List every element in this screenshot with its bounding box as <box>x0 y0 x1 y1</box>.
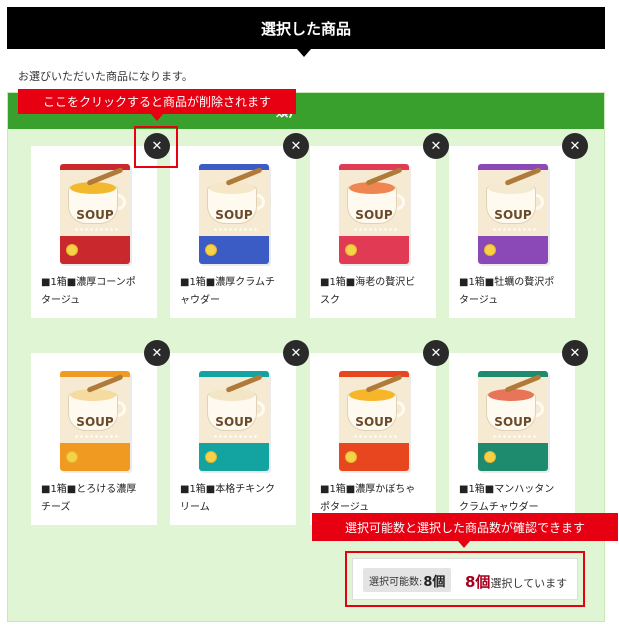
product-name-line1: ■1箱■とろける濃厚 <box>41 484 137 495</box>
package-label: SOUP <box>215 208 253 222</box>
package-label: SOUP <box>215 415 253 429</box>
product-image: SOUP <box>478 164 548 264</box>
package-seal-icon <box>345 451 357 463</box>
product-image: SOUP <box>339 371 409 471</box>
product-name-line1: ■1箱■濃厚かぼちゃ <box>320 484 416 495</box>
package-seal-icon <box>205 244 217 256</box>
package-seal-icon <box>484 244 496 256</box>
package-dots <box>213 228 259 231</box>
remove-hint-text: ここをクリックすると商品が削除されます <box>42 95 271 109</box>
product-card: SOUP ■1箱■本格チキンク リーム <box>170 353 296 525</box>
product-name-line1: ■1箱■本格チキンク <box>180 484 275 495</box>
package-label: SOUP <box>494 208 532 222</box>
product-name: ■1箱■濃厚クラムチ ャウダー <box>180 274 290 310</box>
summary-highlight <box>345 551 585 607</box>
product-image: SOUP <box>199 371 269 471</box>
product-card: SOUP ■1箱■濃厚かぼちゃ ポタージュ <box>310 353 436 525</box>
count-hint-text: 選択可能数と選択した商品数が確認できます <box>344 520 585 535</box>
remove-hint-callout: ここをクリックすると商品が削除されます <box>18 89 296 114</box>
package-dots <box>213 435 259 438</box>
product-name: ■1箱■とろける濃厚 チーズ <box>41 481 151 517</box>
remove-product-button[interactable]: ✕ <box>562 133 588 159</box>
close-icon: ✕ <box>430 138 442 154</box>
product-card: SOUP ■1箱■牡蠣の贅沢ポ タージュ <box>449 146 575 318</box>
package-label: SOUP <box>76 415 114 429</box>
remove-product-button[interactable]: ✕ <box>562 340 588 366</box>
remove-button-highlight <box>134 126 178 168</box>
product-card: SOUP ■1箱■濃厚コーンポ タージュ <box>31 146 157 318</box>
product-name-line1: ■1箱■濃厚コーンポ <box>41 277 136 288</box>
page-title: 選択した商品 <box>260 19 351 38</box>
product-image: SOUP <box>60 164 130 264</box>
soup-package: SOUP <box>339 371 409 471</box>
product-name-line2: チーズ <box>41 502 71 513</box>
close-icon: ✕ <box>569 138 581 154</box>
package-seal-icon <box>66 451 78 463</box>
product-card: SOUP ■1箱■濃厚クラムチ ャウダー <box>170 146 296 318</box>
package-label: SOUP <box>355 415 393 429</box>
product-image: SOUP <box>60 371 130 471</box>
package-label: SOUP <box>355 208 393 222</box>
soup-package: SOUP <box>478 164 548 264</box>
product-image: SOUP <box>478 371 548 471</box>
remove-product-button[interactable]: ✕ <box>423 133 449 159</box>
remove-hint-pointer <box>151 114 163 121</box>
package-seal-icon <box>345 244 357 256</box>
remove-product-button[interactable]: ✕ <box>423 340 449 366</box>
soup-package: SOUP <box>60 371 130 471</box>
package-seal-icon <box>205 451 217 463</box>
package-dots <box>353 435 399 438</box>
soup-package: SOUP <box>339 164 409 264</box>
product-name: ■1箱■マンハッタン クラムチャウダー <box>459 481 569 517</box>
package-seal-icon <box>66 244 78 256</box>
package-label: SOUP <box>76 208 114 222</box>
product-name-line1: ■1箱■マンハッタン <box>459 484 555 495</box>
close-icon: ✕ <box>430 345 442 361</box>
remove-product-button[interactable]: ✕ <box>144 340 170 366</box>
product-name: ■1箱■海老の贅沢ビ スク <box>320 274 430 310</box>
package-seal-icon <box>484 451 496 463</box>
package-label: SOUP <box>494 415 532 429</box>
remove-product-button[interactable]: ✕ <box>283 133 309 159</box>
product-name: ■1箱■濃厚コーンポ タージュ <box>41 274 151 310</box>
soup-package: SOUP <box>478 371 548 471</box>
soup-package: SOUP <box>199 371 269 471</box>
product-name: ■1箱■本格チキンク リーム <box>180 481 290 517</box>
product-card: SOUP ■1箱■マンハッタン クラムチャウダー <box>449 353 575 525</box>
product-name: ■1箱■濃厚かぼちゃ ポタージュ <box>320 481 430 517</box>
page-header: 選択した商品 <box>7 7 605 49</box>
package-dots <box>353 228 399 231</box>
product-card: SOUP ■1箱■とろける濃厚 チーズ <box>31 353 157 525</box>
product-name-line2: スク <box>320 295 340 306</box>
close-icon: ✕ <box>151 345 163 361</box>
product-name-line2: リーム <box>180 502 210 513</box>
remove-product-button[interactable]: ✕ <box>283 340 309 366</box>
package-dots <box>492 435 538 438</box>
count-hint-pointer <box>458 541 470 548</box>
soup-package: SOUP <box>199 164 269 264</box>
package-dots <box>74 228 120 231</box>
product-image: SOUP <box>199 164 269 264</box>
close-icon: ✕ <box>290 138 302 154</box>
product-name-line1: ■1箱■牡蠣の贅沢ポ <box>459 277 555 288</box>
product-name-line2: ャウダー <box>180 295 220 306</box>
product-name-line1: ■1箱■濃厚クラムチ <box>180 277 275 288</box>
product-name: ■1箱■牡蠣の贅沢ポ タージュ <box>459 274 569 310</box>
close-icon: ✕ <box>569 345 581 361</box>
product-card: SOUP ■1箱■海老の贅沢ビ スク <box>310 146 436 318</box>
close-icon: ✕ <box>290 345 302 361</box>
product-name-line2: タージュ <box>41 295 81 306</box>
intro-text: お選びいただいた商品になります。 <box>18 70 193 83</box>
header-pointer <box>297 49 311 57</box>
product-name-line2: タージュ <box>459 295 499 306</box>
package-dots <box>492 228 538 231</box>
product-name-line1: ■1箱■海老の贅沢ビ <box>320 277 416 288</box>
package-dots <box>74 435 120 438</box>
product-image: SOUP <box>339 164 409 264</box>
soup-package: SOUP <box>60 164 130 264</box>
count-hint-callout: 選択可能数と選択した商品数が確認できます <box>312 513 618 541</box>
